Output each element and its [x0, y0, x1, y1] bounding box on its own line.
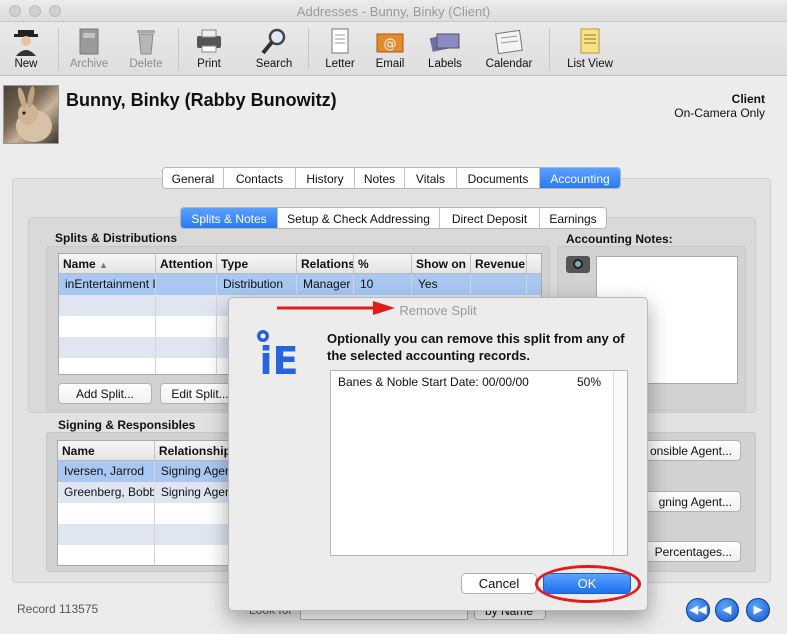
cancel-button[interactable]: Cancel [461, 573, 537, 594]
print-button[interactable]: Print [181, 24, 237, 74]
email-label: Email [375, 58, 405, 70]
svg-text:iE: iE [260, 339, 299, 382]
calendar-button[interactable]: Calendar [481, 24, 537, 74]
toolbar: New Archive Delete Print Search Letter @… [0, 22, 787, 76]
table-row[interactable] [58, 524, 236, 545]
print-label: Print [197, 58, 221, 70]
tab-documents[interactable]: Documents [457, 168, 540, 188]
table-row[interactable]: Iversen, Jarrod Signing Ager [58, 461, 236, 482]
main-tabs: General Contacts History Notes Vitals Do… [162, 167, 621, 189]
window-title: Addresses - Bunny, Binky (Client) [296, 4, 491, 19]
table-row[interactable]: inEntertainment I Distribution Manager 1… [59, 274, 541, 295]
client-photo [3, 85, 59, 144]
list-item[interactable]: Banes & Noble Start Date: 00/00/00 [338, 375, 529, 389]
signing-table: Name Relationship Iversen, Jarrod Signin… [57, 440, 237, 566]
add-split-button[interactable]: Add Split... [58, 383, 152, 404]
list-item-percent: 50% [576, 375, 601, 389]
dialog-message: Optionally you can remove this split fro… [327, 331, 625, 363]
camera-icon[interactable] [566, 256, 590, 273]
subtab-direct-deposit[interactable]: Direct Deposit [440, 208, 540, 228]
list-view-icon [580, 28, 600, 54]
col-signing-name[interactable]: Name [58, 441, 155, 460]
letter-icon [331, 28, 349, 54]
sort-ascending-icon: ▲ [99, 260, 108, 270]
sub-tabs: Splits & Notes Setup & Check Addressing … [180, 207, 607, 229]
client-type: Client [731, 92, 765, 106]
remove-split-dialog: Remove Split iE Optionally you can remov… [228, 297, 648, 611]
search-label: Search [255, 58, 293, 70]
record-number: Record 113575 [17, 602, 99, 616]
delete-button[interactable]: Delete [118, 24, 174, 74]
table-row[interactable] [58, 503, 236, 524]
accounting-notes-title: Accounting Notes: [566, 232, 673, 246]
archive-box-icon [79, 28, 99, 55]
search-button[interactable]: Search [246, 24, 302, 74]
previous-record-icon[interactable]: ◀ [715, 598, 739, 622]
col-relations[interactable]: Relations [297, 254, 354, 273]
tab-notes[interactable]: Notes [355, 168, 405, 188]
col-attention[interactable]: Attention [156, 254, 217, 273]
subtab-splits-notes[interactable]: Splits & Notes [181, 208, 278, 228]
client-subtype: On-Camera Only [674, 106, 765, 120]
new-label: New [14, 58, 38, 70]
archive-label: Archive [69, 58, 109, 70]
col-name[interactable]: Name ▲ [59, 254, 156, 273]
delete-label: Delete [129, 58, 163, 70]
labels-icon [429, 33, 460, 52]
red-arrow-annotation [277, 301, 395, 315]
accounting-records-list[interactable]: Banes & Noble Start Date: 00/00/00 50% [330, 370, 628, 556]
col-type[interactable]: Type [217, 254, 297, 273]
tab-history[interactable]: History [296, 168, 355, 188]
col-relationship[interactable]: Relationship [155, 441, 236, 460]
calendar-icon [495, 29, 523, 55]
tab-general[interactable]: General [163, 168, 224, 188]
table-row[interactable]: Greenberg, Bobb Signing Ager [58, 482, 236, 503]
archive-button[interactable]: Archive [61, 24, 117, 74]
client-name: Bunny, Binky (Rabby Bunowitz) [66, 90, 337, 110]
list-view-button[interactable]: List View [560, 24, 620, 74]
next-record-icon[interactable]: ▶ [746, 598, 770, 622]
new-button[interactable]: New [0, 24, 54, 74]
printer-icon [197, 29, 221, 53]
tab-contacts[interactable]: Contacts [224, 168, 296, 188]
magnifier-icon [261, 28, 286, 55]
email-icon: @ [376, 33, 404, 53]
title-bar: Addresses - Bunny, Binky (Client) [0, 0, 787, 22]
subtab-earnings[interactable]: Earnings [540, 208, 606, 228]
splits-title: Splits & Distributions [55, 231, 178, 245]
tab-vitals[interactable]: Vitals [405, 168, 457, 188]
first-record-icon[interactable]: ◀◀ [686, 598, 710, 622]
signing-title: Signing & Responsibles [58, 418, 196, 432]
col-revenue[interactable]: Revenue [471, 254, 527, 273]
list-view-label: List View [567, 58, 613, 70]
calendar-label: Calendar [485, 58, 533, 70]
letter-button[interactable]: Letter [312, 24, 368, 74]
trash-can-icon [137, 30, 155, 55]
letter-label: Letter [325, 58, 355, 70]
email-button[interactable]: @ Email [362, 24, 418, 74]
ok-highlight-circle [535, 565, 641, 603]
ie-logo-icon: iE [251, 326, 307, 383]
col-percent[interactable]: % [354, 254, 412, 273]
labels-button[interactable]: Labels [417, 24, 473, 74]
table-row[interactable] [58, 545, 236, 565]
spy-person-icon [14, 30, 38, 56]
svg-text:@: @ [384, 37, 397, 52]
col-show-on[interactable]: Show on [412, 254, 471, 273]
list-scrollbar[interactable] [613, 371, 627, 555]
labels-label: Labels [428, 58, 462, 70]
subtab-setup-check-addressing[interactable]: Setup & Check Addressing [278, 208, 440, 228]
tab-accounting[interactable]: Accounting [540, 168, 620, 188]
